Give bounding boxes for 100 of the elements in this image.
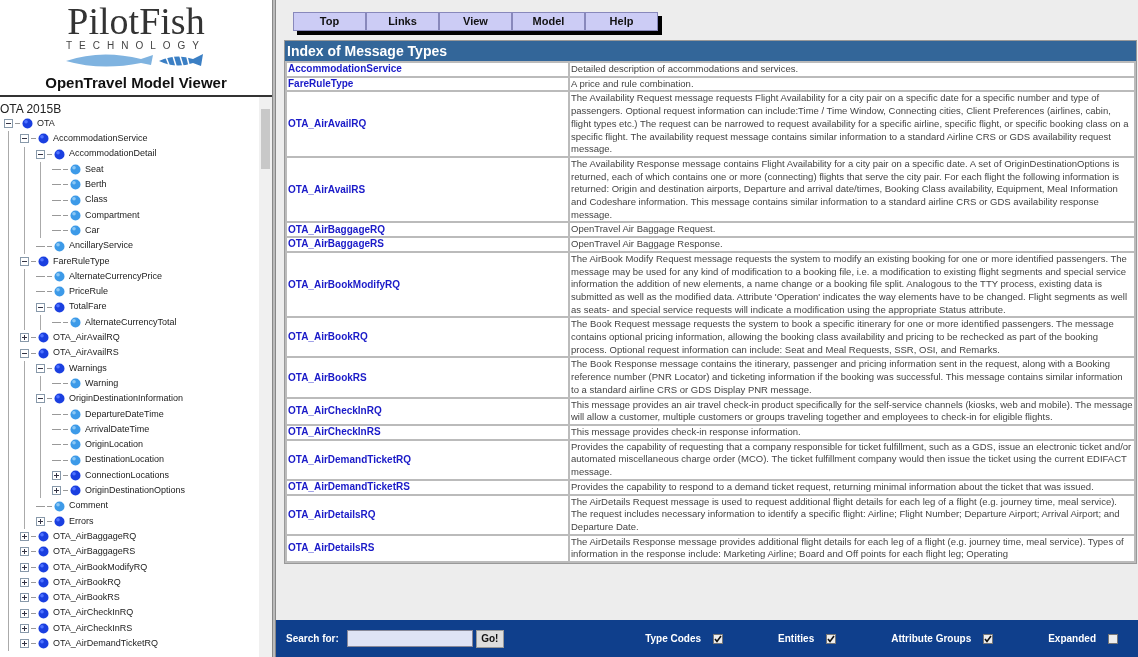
collapse-icon[interactable] (4, 119, 13, 129)
node-icon (70, 225, 81, 237)
expand-icon[interactable] (20, 562, 29, 572)
menu-tab[interactable]: View (439, 12, 512, 31)
tree-item[interactable]: AncillaryService (69, 239, 134, 253)
collapse-icon[interactable] (20, 348, 29, 358)
tree-item[interactable]: ArrivalDateTime (85, 422, 150, 437)
expand-icon[interactable] (20, 608, 29, 618)
collapse-icon[interactable] (36, 363, 45, 373)
tree-item[interactable]: OTA_AirBookModifyRQ (53, 560, 148, 574)
message-type-link[interactable]: OTA_AirBookRS (288, 371, 367, 383)
menu-tab[interactable]: Model (512, 12, 585, 31)
node-icon (70, 317, 81, 328)
tree-item[interactable]: OTA_AirAvailRS (53, 346, 119, 360)
tree-item[interactable]: Errors (69, 514, 94, 529)
tree-item[interactable]: Car (85, 223, 100, 238)
tree-item[interactable]: AlternateCurrencyPrice (69, 269, 163, 284)
message-type-link[interactable]: OTA_AirAvailRS (288, 183, 366, 195)
collapse-icon[interactable] (36, 302, 45, 312)
message-type-link[interactable]: OTA_AirCheckInRQ (288, 405, 382, 417)
node-icon (70, 164, 81, 176)
tree-item[interactable]: OTA_AirBaggageRS (53, 545, 136, 559)
tree-item[interactable]: OriginDestinationOptions (85, 484, 186, 498)
tree-item[interactable]: OriginDestinationInformation (69, 392, 184, 406)
tree-item[interactable]: AccommodationDetail (69, 147, 157, 161)
checkbox[interactable] (713, 633, 724, 644)
tree-item[interactable]: ConnectionLocations (85, 468, 170, 483)
tree-item[interactable]: DestinationLocation (85, 453, 165, 467)
go-button[interactable]: Go! (475, 629, 504, 648)
description-cell: OpenTravel Air Baggage Request. (569, 222, 1135, 238)
tree-item[interactable]: OTA_AirAvailRQ (53, 331, 120, 345)
expand-icon[interactable] (52, 486, 61, 496)
collapse-icon[interactable] (36, 394, 45, 404)
tree-item[interactable]: Compartment (85, 208, 140, 223)
tree-item[interactable]: Warnings (69, 361, 107, 376)
collapse-icon[interactable] (36, 149, 45, 159)
tree-item[interactable]: Warning (85, 376, 119, 391)
node-icon (70, 439, 81, 451)
message-type-link[interactable]: OTA_AirBookModifyRQ (288, 278, 401, 290)
node-icon (54, 301, 65, 313)
collapse-icon[interactable] (20, 134, 29, 144)
menu-tab[interactable]: Top (293, 12, 366, 31)
check-icon (984, 634, 993, 643)
node-icon (54, 286, 65, 298)
message-type-link[interactable]: OTA_AirDetailsRS (288, 542, 375, 554)
tree-item[interactable]: OTA_AirBookRQ (53, 575, 121, 590)
tree-item[interactable]: Comment (69, 499, 108, 513)
tree-item[interactable]: TotalFare (69, 300, 107, 314)
search-label: Search for: (286, 632, 339, 646)
tree-item[interactable]: Class (85, 193, 108, 207)
tree-item[interactable]: OTA_AirBaggageRQ (53, 529, 137, 544)
tree-item[interactable]: OTA_AirCheckInRS (53, 621, 133, 636)
scrollbar[interactable] (259, 97, 272, 657)
message-type-link[interactable]: OTA_AirAvailRQ (288, 118, 367, 130)
expand-icon[interactable] (36, 516, 45, 526)
tree-item[interactable]: OriginLocation (85, 438, 144, 452)
node-icon (38, 638, 49, 650)
expand-icon[interactable] (20, 623, 29, 633)
message-type-link[interactable]: OTA_AirDemandTicketRQ (288, 453, 411, 465)
node-icon (38, 332, 49, 344)
tree-root: OTA 2015B (0, 102, 63, 116)
node-icon (70, 408, 81, 420)
tree-item[interactable]: AlternateCurrencyTotal (85, 315, 177, 330)
expand-icon[interactable] (52, 470, 61, 480)
message-type-link[interactable]: OTA_AirDetailsRQ (288, 508, 376, 520)
tree-item[interactable]: OTA_AirCheckInRQ (53, 606, 134, 620)
table-title: Index of Message Types (285, 41, 1136, 61)
collapse-icon[interactable] (20, 256, 29, 266)
tree-item[interactable]: Seat (85, 162, 104, 177)
expand-icon[interactable] (20, 578, 29, 588)
expand-icon[interactable] (20, 333, 29, 343)
expand-icon[interactable] (20, 639, 29, 649)
tree-item[interactable]: OTA_AirBookRS (53, 591, 120, 605)
message-type-link[interactable]: FareRuleType (288, 78, 354, 90)
description-cell: The Availability Request message requests Flight Availability for a city pair on a specific date for a specific number and type of passengers. Optional request information can include:Time / Time Window, Connecting cities, Client Preferences (airlines, cabin, flight types etc.) The request can be narrowed to request availability for a specific airline, specific flight, or specific booking class on a specific flight. The availability request message contains similar information to a standard Airline CRS or GDS availability request message. (569, 91, 1135, 157)
tree-item[interactable]: OTA_AirDemandTicketRQ (53, 637, 159, 651)
logo-tagline: TECHNOLOGY (66, 40, 206, 51)
tree-item[interactable]: OTA (37, 116, 55, 131)
description-cell: Provides the capability to respond to a demand ticket request, returning minimal information about the ticket that was issued. (569, 479, 1135, 495)
node-icon (38, 347, 49, 359)
expand-icon[interactable] (20, 532, 29, 542)
node-icon (38, 561, 49, 573)
expand-icon[interactable] (20, 547, 29, 557)
message-type-link[interactable]: OTA_AirBookRQ (288, 331, 368, 343)
node-icon (38, 255, 49, 267)
description-cell: The Book Response message contains the itinerary, passenger and pricing information sent in the request, along with a Booking reference number (PNR Locator) and ticketing information if the booking was successful. This message contains similar information to a standard airline CRS or GDS Display PNR message. (569, 357, 1135, 398)
checkbox[interactable] (1108, 633, 1118, 644)
expand-icon[interactable] (20, 593, 29, 603)
tree-item[interactable]: DepartureDateTime (85, 407, 164, 422)
node-icon (54, 240, 65, 252)
search-field[interactable] (346, 630, 473, 647)
checkbox[interactable] (826, 633, 837, 644)
tree-item[interactable]: Berth (85, 178, 107, 192)
tree-item[interactable]: FareRuleType (53, 254, 110, 269)
checkbox[interactable] (983, 633, 994, 644)
description-cell: This message provides check-in response information. (569, 425, 1135, 440)
tree-item[interactable]: AccommodationService (53, 132, 148, 146)
menu-tab[interactable]: Links (366, 12, 439, 31)
menu-tab[interactable]: Help (585, 12, 658, 31)
tree-item[interactable]: PriceRule (69, 285, 108, 299)
